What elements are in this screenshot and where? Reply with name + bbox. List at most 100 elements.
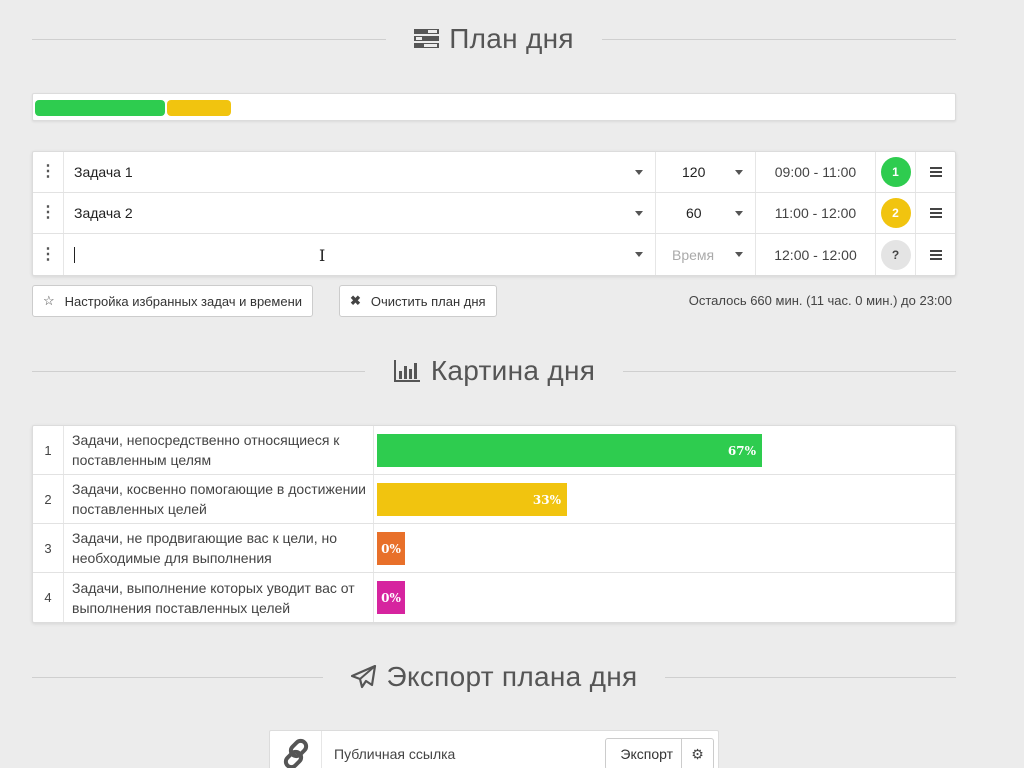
task-name-value: Задача 1 xyxy=(74,164,133,180)
category-bar-cell: 33% xyxy=(374,475,955,523)
drag-handle[interactable]: ⋮ xyxy=(33,152,64,192)
chevron-down-icon xyxy=(635,169,643,175)
category-row: 4 Задачи, выполнение которых уводит вас … xyxy=(33,573,955,622)
divider xyxy=(665,676,956,678)
category-percent-label: 0% xyxy=(381,590,401,605)
task-menu-button[interactable] xyxy=(916,152,955,192)
task-duration-select[interactable]: 120 xyxy=(656,152,756,192)
category-row: 3 Задачи, не продвигающие вас к цели, но… xyxy=(33,524,955,573)
task-row: ⋮ I Время 12:00 - 12:00 ? xyxy=(33,234,955,275)
remaining-time: Осталось 660 мин. (11 час. 0 мин.) до 23… xyxy=(688,293,952,308)
category-label: Задачи, выполнение которых уводит вас от… xyxy=(64,573,374,622)
category-percent-label: 0% xyxy=(381,541,401,556)
progress-segment-task-2 xyxy=(167,100,231,116)
category-bar: 0% xyxy=(377,532,405,565)
category-label: Задачи, непосредственно относящиеся к по… xyxy=(64,426,374,474)
day-progress-bar xyxy=(32,93,956,121)
drag-handle[interactable]: ⋮ xyxy=(33,234,64,275)
divider xyxy=(32,370,365,372)
category-number: 2 xyxy=(33,475,64,523)
task-duration-placeholder: Время xyxy=(672,246,715,263)
progress-segment-task-1 xyxy=(35,100,165,116)
category-number: 3 xyxy=(33,524,64,572)
link-icon xyxy=(270,731,322,768)
category-label: Задачи, не продвигающие вас к цели, но н… xyxy=(64,524,374,572)
export-button[interactable]: Экспорт xyxy=(605,738,682,768)
task-name-input[interactable]: I xyxy=(64,234,656,275)
picture-section-title: Картина дня xyxy=(365,355,623,387)
export-panel: Публичная ссылка Экспорт ⚙ xyxy=(269,730,719,768)
export-section-header: Экспорт плана дня xyxy=(32,657,956,697)
category-percent-label: 67% xyxy=(727,443,756,458)
category-bar-cell: 0% xyxy=(374,524,955,572)
divider xyxy=(32,38,387,40)
task-row: ⋮ Задача 1 120 09:00 - 11:00 1 xyxy=(33,152,955,193)
task-time-range: 11:00 - 12:00 xyxy=(756,193,876,233)
category-label: Задачи, косвенно помогающие в достижении… xyxy=(64,475,374,523)
favorites-settings-button[interactable]: ☆ Настройка избранных задач и времени xyxy=(32,285,314,317)
task-category-badge-text: 2 xyxy=(892,206,899,220)
bar-chart-icon xyxy=(393,360,420,382)
task-category-badge-text: ? xyxy=(891,247,900,262)
plan-section-header: План дня xyxy=(32,19,957,59)
paper-plane-icon xyxy=(350,665,376,689)
ibeam-cursor-icon: I xyxy=(319,246,326,265)
gear-icon: ⚙ xyxy=(691,745,704,762)
task-time-value: 11:00 - 12:00 xyxy=(774,205,857,221)
drag-handle[interactable]: ⋮ xyxy=(33,193,64,233)
chevron-down-icon xyxy=(735,252,743,257)
picture-section-title-text: Картина дня xyxy=(430,355,596,386)
category-stats-table: 1 Задачи, непосредственно относящиеся к … xyxy=(32,425,956,623)
text-cursor xyxy=(74,246,75,263)
divider xyxy=(601,38,957,40)
task-category-cell[interactable]: ? xyxy=(876,234,916,275)
task-time-value: 09:00 - 11:00 xyxy=(774,164,857,180)
chevron-down-icon xyxy=(635,210,643,216)
task-name-value: Задача 2 xyxy=(74,205,133,221)
task-category-badge[interactable]: 2 xyxy=(880,198,911,228)
category-bar: 33% xyxy=(377,483,567,516)
hamburger-icon xyxy=(929,206,942,220)
chevron-down-icon xyxy=(735,210,743,216)
favorites-settings-label: Настройка избранных задач и времени xyxy=(64,293,303,309)
drag-dots-icon: ⋮ xyxy=(40,163,56,180)
task-menu-button[interactable] xyxy=(916,193,955,233)
close-icon: ✖ xyxy=(350,293,361,308)
task-time-range: 12:00 - 12:00 xyxy=(756,234,876,275)
chevron-down-icon xyxy=(635,252,643,257)
task-category-cell[interactable]: 1 xyxy=(876,152,916,192)
task-list: ⋮ Задача 1 120 09:00 - 11:00 1 ⋮ Задача … xyxy=(32,151,956,276)
task-duration-select[interactable]: Время xyxy=(656,234,756,275)
task-menu-button[interactable] xyxy=(916,234,955,275)
category-row: 1 Задачи, непосредственно относящиеся к … xyxy=(33,426,955,475)
plan-section-title-text: План дня xyxy=(449,23,574,54)
category-bar-cell: 0% xyxy=(374,573,955,622)
task-category-badge[interactable]: ? xyxy=(880,239,911,270)
category-bar: 67% xyxy=(377,434,762,467)
tasks-list-icon xyxy=(414,29,440,48)
divider xyxy=(623,370,957,372)
task-duration-select[interactable]: 60 xyxy=(656,193,756,233)
category-number: 4 xyxy=(33,573,64,622)
export-settings-button[interactable]: ⚙ xyxy=(682,738,714,768)
divider xyxy=(32,676,323,678)
export-section-title-text: Экспорт плана дня xyxy=(386,661,638,692)
task-duration-value: 60 xyxy=(686,205,702,221)
export-section-title: Экспорт плана дня xyxy=(323,661,666,693)
category-number: 1 xyxy=(33,426,64,474)
task-name-select[interactable]: Задача 1 xyxy=(64,152,656,192)
category-percent-label: 33% xyxy=(532,492,561,507)
plan-section-title: План дня xyxy=(386,23,602,55)
task-category-cell[interactable]: 2 xyxy=(876,193,916,233)
task-name-select[interactable]: Задача 2 xyxy=(64,193,656,233)
category-bar-cell: 67% xyxy=(374,426,955,474)
star-icon: ☆ xyxy=(43,293,55,308)
picture-section-header: Картина дня xyxy=(32,351,957,391)
task-category-badge[interactable]: 1 xyxy=(880,157,911,187)
task-time-value: 12:00 - 12:00 xyxy=(774,246,857,263)
task-category-badge-text: 1 xyxy=(892,165,899,179)
category-row: 2 Задачи, косвенно помогающие в достижен… xyxy=(33,475,955,524)
task-row: ⋮ Задача 2 60 11:00 - 12:00 2 xyxy=(33,193,955,234)
chevron-down-icon xyxy=(735,169,743,175)
clear-plan-button[interactable]: ✖ Очистить план дня xyxy=(339,285,497,317)
